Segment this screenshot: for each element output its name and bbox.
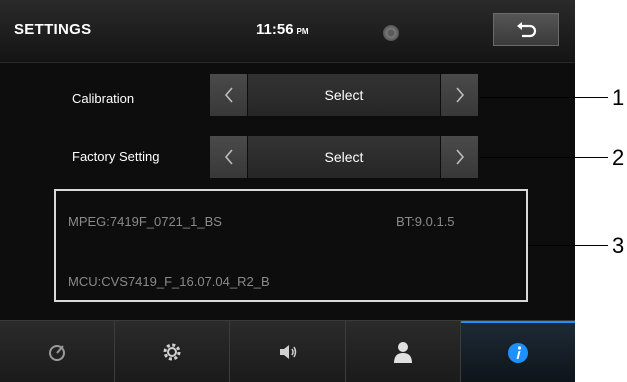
callout-2: 2 (612, 145, 625, 170)
nav-settings[interactable] (115, 321, 231, 382)
user-icon (393, 342, 412, 363)
back-arrow-icon (517, 21, 537, 37)
clock-time: 11:56 (256, 21, 294, 38)
chevron-right-icon (455, 87, 464, 103)
mpeg-version: MPEG:7419F_0721_1_BS (68, 214, 222, 229)
callout-1: 1 (612, 85, 625, 110)
callout-line-2 (480, 157, 608, 158)
factory-setting-value[interactable]: Select (248, 136, 440, 178)
page-title: SETTINGS (14, 21, 92, 38)
mcu-version: MCU:CVS7419_F_16.07.04_R2_B (68, 274, 270, 289)
factory-setting-selector: Select (210, 136, 478, 178)
gear-icon (163, 343, 181, 361)
version-info-box: MPEG:7419F_0721_1_BS BT:9.0.1.5 MCU:CVS7… (54, 189, 528, 302)
back-button[interactable] (493, 13, 559, 46)
callout-line-3 (528, 245, 608, 246)
clock: 11:56 PM (256, 21, 309, 38)
factory-setting-label: Factory Setting (72, 149, 160, 164)
info-icon (507, 343, 528, 363)
calibration-prev-button[interactable] (210, 74, 247, 116)
chevron-right-icon (455, 149, 464, 165)
disc-icon (383, 25, 399, 41)
settings-screen: SETTINGS 11:56 PM Calibration Select Fact… (0, 0, 575, 382)
factory-setting-prev-button[interactable] (210, 136, 247, 178)
calibration-next-button[interactable] (441, 74, 478, 116)
nav-audio[interactable] (230, 321, 346, 382)
chevron-left-icon (224, 149, 233, 165)
bottom-nav (0, 320, 575, 382)
callout-3: 3 (612, 233, 625, 258)
callout-line-1 (480, 97, 608, 98)
nav-user[interactable] (345, 321, 461, 382)
calibration-label: Calibration (72, 91, 135, 106)
chevron-left-icon (224, 87, 233, 103)
clock-ampm: PM (296, 27, 309, 36)
speaker-icon (279, 345, 296, 359)
nav-dial[interactable] (0, 321, 116, 382)
bt-version: BT:9.0.1.5 (396, 214, 455, 229)
top-bar: SETTINGS 11:56 PM (0, 0, 575, 63)
calibration-selector: Select (210, 74, 478, 116)
nav-info[interactable] (460, 321, 575, 382)
factory-setting-next-button[interactable] (441, 136, 478, 178)
calibration-value[interactable]: Select (248, 74, 440, 116)
dial-icon (49, 345, 66, 361)
